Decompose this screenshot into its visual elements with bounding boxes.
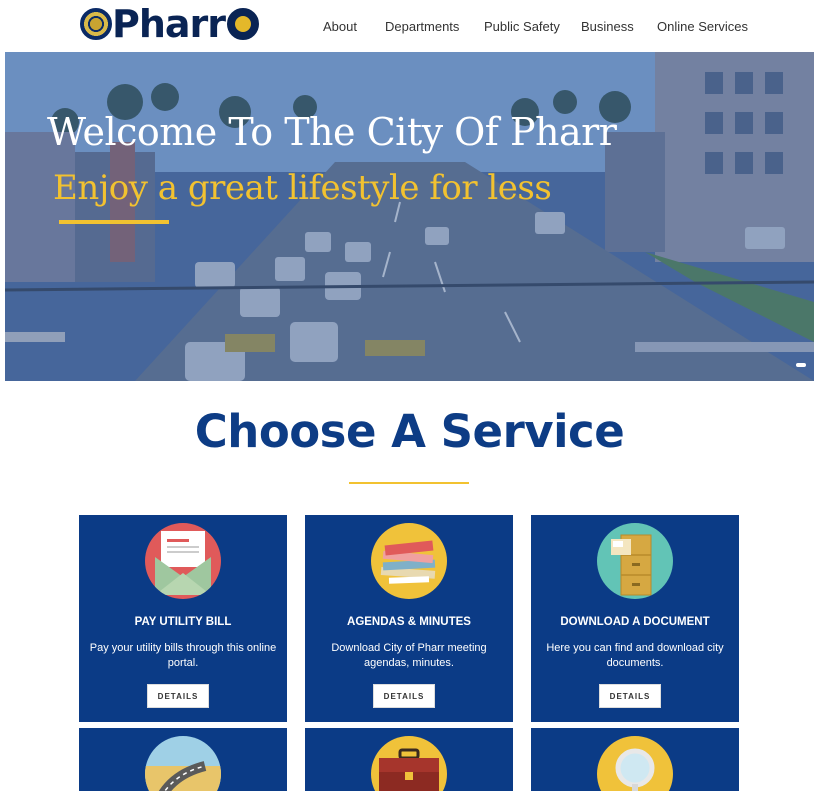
nav-departments[interactable]: Departments bbox=[385, 19, 459, 34]
service-card-download-document[interactable]: DOWNLOAD A DOCUMENT Here you can find an… bbox=[531, 515, 739, 722]
card-description: Here you can find and download city docu… bbox=[546, 642, 724, 669]
nav-business[interactable]: Business bbox=[581, 19, 634, 34]
hero-underline bbox=[59, 220, 169, 224]
file-cabinet-icon bbox=[597, 523, 673, 599]
card-title: AGENDAS & MINUTES bbox=[347, 616, 471, 628]
details-button[interactable]: DETAILS bbox=[599, 684, 661, 708]
site-header: Pharr About Departments Public Safety Bu… bbox=[0, 0, 819, 52]
nav-about[interactable]: About bbox=[323, 19, 357, 34]
section-title: Choose A Service bbox=[194, 405, 625, 458]
card-title: PAY UTILITY BILL bbox=[134, 616, 232, 628]
card-description: Download City of Pharr meeting agendas, … bbox=[331, 642, 487, 669]
section-divider bbox=[349, 482, 469, 484]
details-button[interactable]: DETAILS bbox=[373, 684, 435, 708]
hero-title: Welcome To The City Of Pharr bbox=[47, 110, 617, 154]
envelope-icon bbox=[145, 523, 221, 599]
service-card-5[interactable] bbox=[305, 728, 513, 791]
road-map-icon bbox=[145, 736, 221, 791]
details-button[interactable]: DETAILS bbox=[147, 684, 209, 708]
city-logo[interactable]: Pharr bbox=[80, 2, 260, 46]
nav-online-services[interactable]: Online Services bbox=[657, 19, 748, 34]
city-seal-icon bbox=[80, 8, 112, 40]
hero-subtitle: Enjoy a great lifestyle for less bbox=[53, 168, 552, 208]
pharr-pride-badge-icon bbox=[227, 8, 260, 40]
briefcase-icon bbox=[371, 736, 447, 791]
service-card-6[interactable] bbox=[531, 728, 739, 791]
service-card-4[interactable] bbox=[79, 728, 287, 791]
nav-public-safety[interactable]: Public Safety bbox=[484, 19, 560, 34]
slider-indicator[interactable] bbox=[796, 363, 806, 367]
service-card-agendas-minutes[interactable]: AGENDAS & MINUTES Download City of Pharr… bbox=[305, 515, 513, 722]
card-description: Pay your utility bills through this onli… bbox=[89, 642, 277, 669]
logo-text: Pharr bbox=[112, 2, 226, 46]
hero-banner: Welcome To The City Of Pharr Enjoy a gre… bbox=[5, 52, 814, 381]
magnifying-glass-icon bbox=[597, 736, 673, 791]
hero-overlay bbox=[5, 52, 814, 381]
card-title: DOWNLOAD A DOCUMENT bbox=[560, 616, 710, 628]
service-card-pay-utility-bill[interactable]: PAY UTILITY BILL Pay your utility bills … bbox=[79, 515, 287, 722]
papers-stack-icon bbox=[371, 523, 447, 599]
